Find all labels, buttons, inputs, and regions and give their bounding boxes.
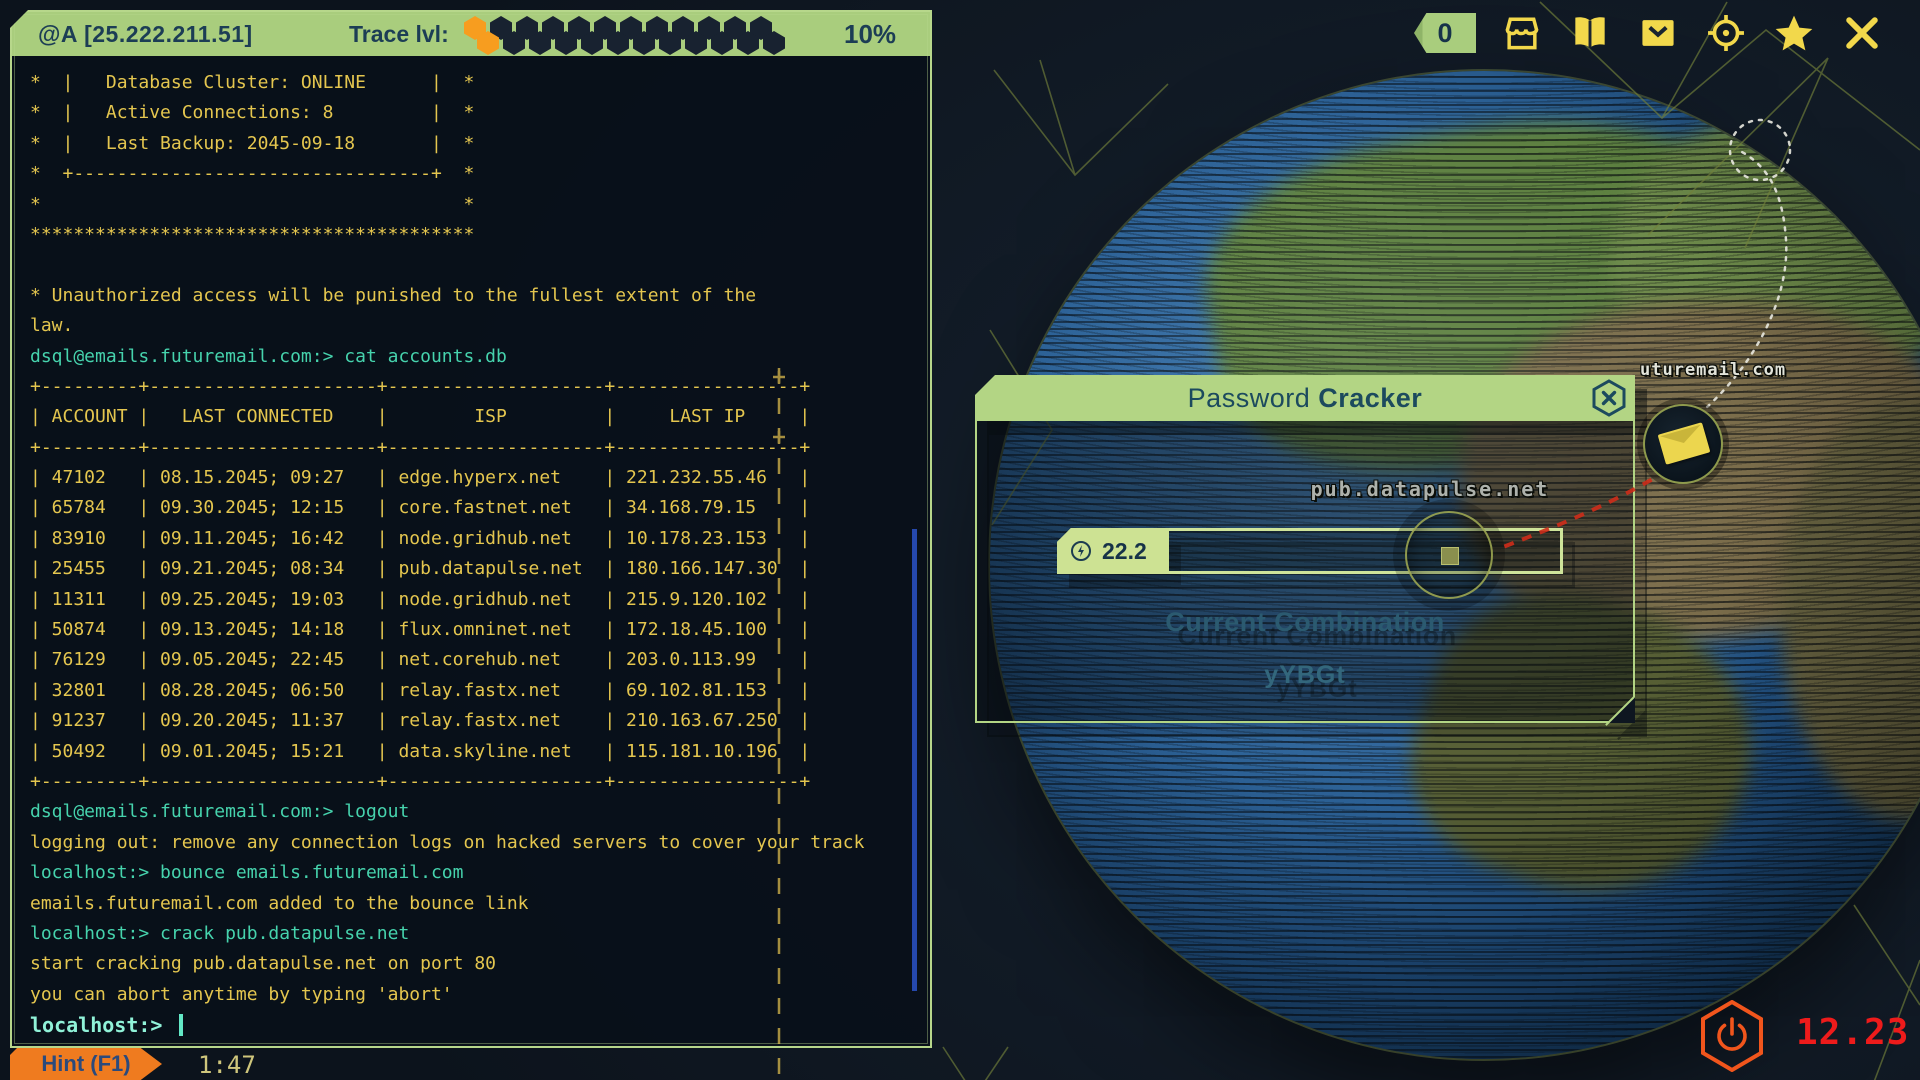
- terminal-output[interactable]: * | Database Cluster: ONLINE | ** | Acti…: [30, 68, 918, 1044]
- terminal-line: * | Last Backup: 2045-09-18 | *: [30, 129, 918, 159]
- terminal-line: * Unauthorized access will be punished t…: [30, 281, 918, 311]
- close-icon[interactable]: [1840, 11, 1884, 55]
- book-icon[interactable]: [1568, 11, 1612, 55]
- terminal-line: | 65784 | 09.30.2045; 12:15 | core.fastn…: [30, 493, 918, 523]
- node-futuremail[interactable]: [1643, 404, 1723, 484]
- mail-server-icon: [1658, 422, 1711, 464]
- terminal-scrollbar[interactable]: [912, 529, 917, 991]
- terminal-line: | 47102 | 08.15.2045; 09:27 | edge.hyper…: [30, 463, 918, 493]
- terminal-line: * *: [30, 190, 918, 220]
- terminal-line: +---------+---------------------+-------…: [30, 433, 918, 463]
- current-combination-value: yYBGt: [977, 661, 1633, 690]
- current-combination-label: Current Combination: [977, 607, 1633, 638]
- terminal-line: emails.futuremail.com added to the bounc…: [30, 889, 918, 919]
- text-cursor: [179, 1014, 183, 1036]
- terminal-line: | 91237 | 09.20.2045; 11:37 | relay.fast…: [30, 706, 918, 736]
- dialog-body: 22.2 Current Combination yYBGt: [975, 421, 1635, 723]
- terminal-prompt[interactable]: localhost:>: [30, 1010, 918, 1040]
- terminal-line: | 50874 | 09.13.2045; 14:18 | flux.omnin…: [30, 615, 918, 645]
- terminal-header: @A [25.222.211.51] Trace lvl: 10%: [12, 12, 930, 56]
- power-icon: [1719, 1019, 1745, 1049]
- password-cracker-dialog: Password Cracker 22.2 Current Combinatio…: [975, 375, 1635, 723]
- terminal-line: start cracking pub.datapulse.net on port…: [30, 949, 918, 979]
- power-button[interactable]: [1694, 1000, 1770, 1072]
- game-screen: pub.datapulse.net uturemail.com @A [25.2…: [0, 0, 1920, 1080]
- close-icon[interactable]: [1589, 378, 1629, 418]
- terminal-line: you can abort anytime by typing 'abort': [30, 980, 918, 1010]
- power-hexagon: [1703, 1002, 1761, 1070]
- terminal-line: localhost:> bounce emails.futuremail.com: [30, 858, 918, 888]
- dialog-title: Password: [1188, 383, 1311, 413]
- dialog-title-bar[interactable]: Password Cracker: [975, 375, 1635, 421]
- terminal-line: | 11311 | 09.25.2045; 19:03 | node.gridh…: [30, 585, 918, 615]
- energy-icon: [1069, 539, 1093, 563]
- mail-icon[interactable]: [1636, 11, 1680, 55]
- terminal-line: +---------+---------------------+-------…: [30, 372, 918, 402]
- terminal-line: | 25455 | 09.21.2045; 08:34 | pub.datapu…: [30, 554, 918, 584]
- terminal-line: [30, 250, 918, 280]
- dialog-title-bold: Cracker: [1318, 383, 1422, 413]
- counter-value: 0: [1437, 18, 1452, 48]
- terminal-line: dsql@emails.futuremail.com:> logout: [30, 797, 918, 827]
- terminal-line: | 32801 | 08.28.2045; 06:50 | relay.fast…: [30, 676, 918, 706]
- terminal-line: law.: [30, 311, 918, 341]
- trace-level-label: Trace lvl:: [349, 21, 449, 48]
- hint-button[interactable]: Hint (F1): [10, 1048, 162, 1080]
- terminal-line: | 50492 | 09.01.2045; 15:21 | data.skyli…: [30, 737, 918, 767]
- terminal-line: * | Active Connections: 8 | *: [30, 98, 918, 128]
- top-icon-bar: 0: [1414, 10, 1884, 56]
- mission-timer: 1:47: [198, 1051, 256, 1079]
- terminal-line: dsql@emails.futuremail.com:> cat account…: [30, 342, 918, 372]
- node-label-source: uturemail.com: [1640, 360, 1786, 380]
- hint-label: Hint (F1): [41, 1051, 130, 1076]
- counter-badge[interactable]: 0: [1414, 13, 1476, 53]
- star-icon[interactable]: [1772, 11, 1816, 55]
- alert-counter-value: 12.23: [1796, 1012, 1909, 1053]
- terminal-line: * +---------------------------------+ *: [30, 159, 918, 189]
- crack-progress-fill: 22.2: [1057, 528, 1169, 574]
- terminal-line: | 83910 | 09.11.2045; 16:42 | node.gridh…: [30, 524, 918, 554]
- target-icon[interactable]: [1704, 11, 1748, 55]
- terminal-window: @A [25.222.211.51] Trace lvl: 10% * | Da…: [10, 10, 932, 1048]
- node-pub-datapulse[interactable]: [1405, 511, 1493, 599]
- trace-level-meter: [464, 16, 794, 56]
- terminal-line: localhost:> crack pub.datapulse.net: [30, 919, 918, 949]
- terminal-line: +---------+---------------------+-------…: [30, 767, 918, 797]
- node-label-target: pub.datapulse.net: [1295, 477, 1565, 501]
- terminal-line: logging out: remove any connection logs …: [30, 828, 918, 858]
- terminal-line: * | Database Cluster: ONLINE | *: [30, 68, 918, 98]
- terminal-line: ****************************************…: [30, 220, 918, 250]
- terminal-line: | 76129 | 09.05.2045; 22:45 | net.corehu…: [30, 645, 918, 675]
- connected-address: @A [25.222.211.51]: [38, 21, 253, 48]
- progress-value: 22.2: [1102, 538, 1147, 565]
- terminal-line: | ACCOUNT | LAST CONNECTED | ISP | LAST …: [30, 402, 918, 432]
- node-core-icon: [1441, 547, 1459, 565]
- trace-level-percent: 10%: [844, 19, 896, 50]
- shop-icon[interactable]: [1500, 11, 1544, 55]
